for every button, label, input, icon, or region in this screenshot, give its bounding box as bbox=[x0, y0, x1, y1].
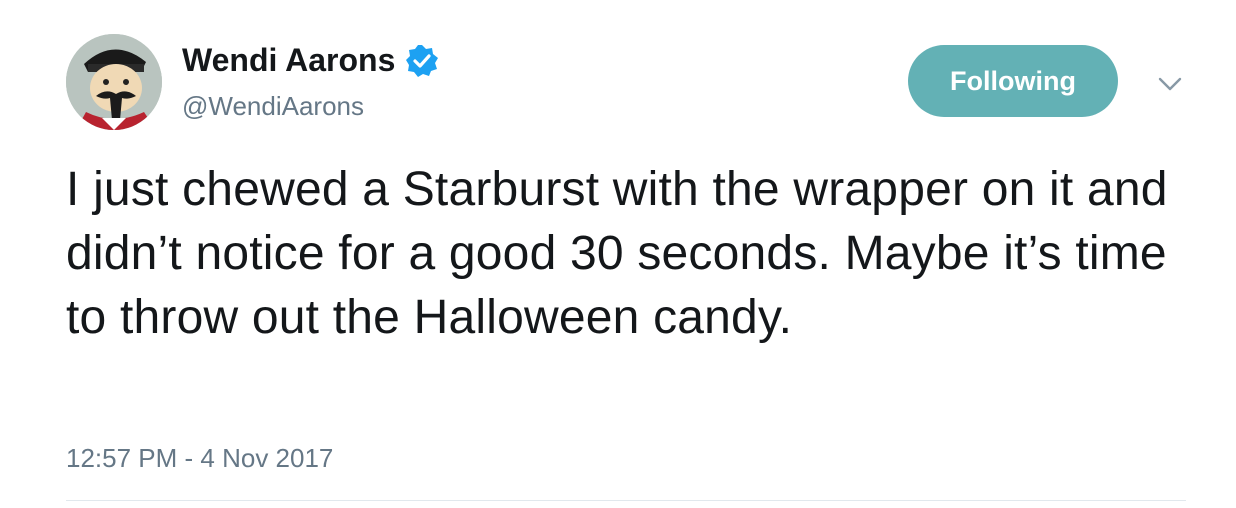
author-name[interactable]: Wendi Aarons bbox=[182, 42, 395, 79]
avatar[interactable] bbox=[66, 34, 162, 130]
verified-badge-icon bbox=[405, 44, 439, 78]
chevron-down-icon[interactable] bbox=[1152, 70, 1188, 98]
divider bbox=[66, 500, 1186, 501]
tweet-timestamp[interactable]: 12:57 PM - 4 Nov 2017 bbox=[66, 443, 333, 474]
tweet-text: I just chewed a Starburst with the wrapp… bbox=[66, 163, 1168, 344]
tweet-card: Wendi Aarons @WendiAarons Following I ju… bbox=[0, 0, 1236, 508]
author-name-row[interactable]: Wendi Aarons bbox=[182, 42, 439, 79]
following-button[interactable]: Following bbox=[908, 45, 1118, 117]
author-handle[interactable]: @WendiAarons bbox=[182, 91, 364, 122]
